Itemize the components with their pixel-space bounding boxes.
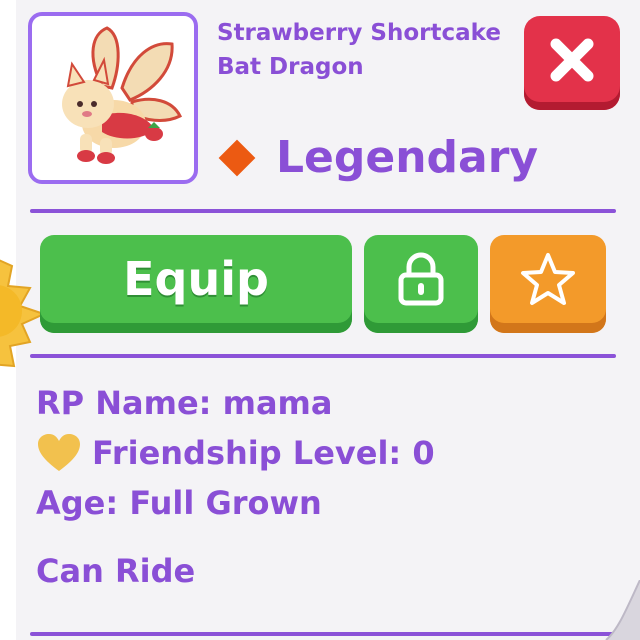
rarity-row: Legendary xyxy=(216,128,538,188)
divider-bottom xyxy=(30,632,616,636)
close-button[interactable] xyxy=(524,16,620,110)
friendship-row: Friendship Level: 0 xyxy=(36,433,435,473)
lock-button[interactable] xyxy=(364,235,478,333)
lock-icon xyxy=(398,252,444,306)
age-text: Age: Full Grown xyxy=(36,484,322,522)
divider-middle xyxy=(30,354,616,358)
close-icon xyxy=(550,38,594,82)
friendship-level-text: Friendship Level: 0 xyxy=(92,434,435,472)
pet-thumbnail xyxy=(28,12,198,184)
rp-name-text: RP Name: mama xyxy=(36,384,333,422)
page-curl-icon xyxy=(605,580,640,640)
pet-name: Strawberry Shortcake Bat Dragon xyxy=(217,20,501,80)
star-icon xyxy=(521,253,575,305)
rarity-diamond-icon xyxy=(218,139,256,177)
rarity-label: Legendary xyxy=(276,132,539,183)
equip-button[interactable]: Equip xyxy=(40,235,352,333)
divider-top xyxy=(30,209,616,213)
can-ride-text: Can Ride xyxy=(36,552,196,590)
heart-icon xyxy=(38,434,80,471)
favorite-button[interactable] xyxy=(490,235,606,333)
equip-button-label: Equip xyxy=(123,252,269,306)
strawberry-shortcake-bat-dragon-pet-icon xyxy=(62,26,183,164)
